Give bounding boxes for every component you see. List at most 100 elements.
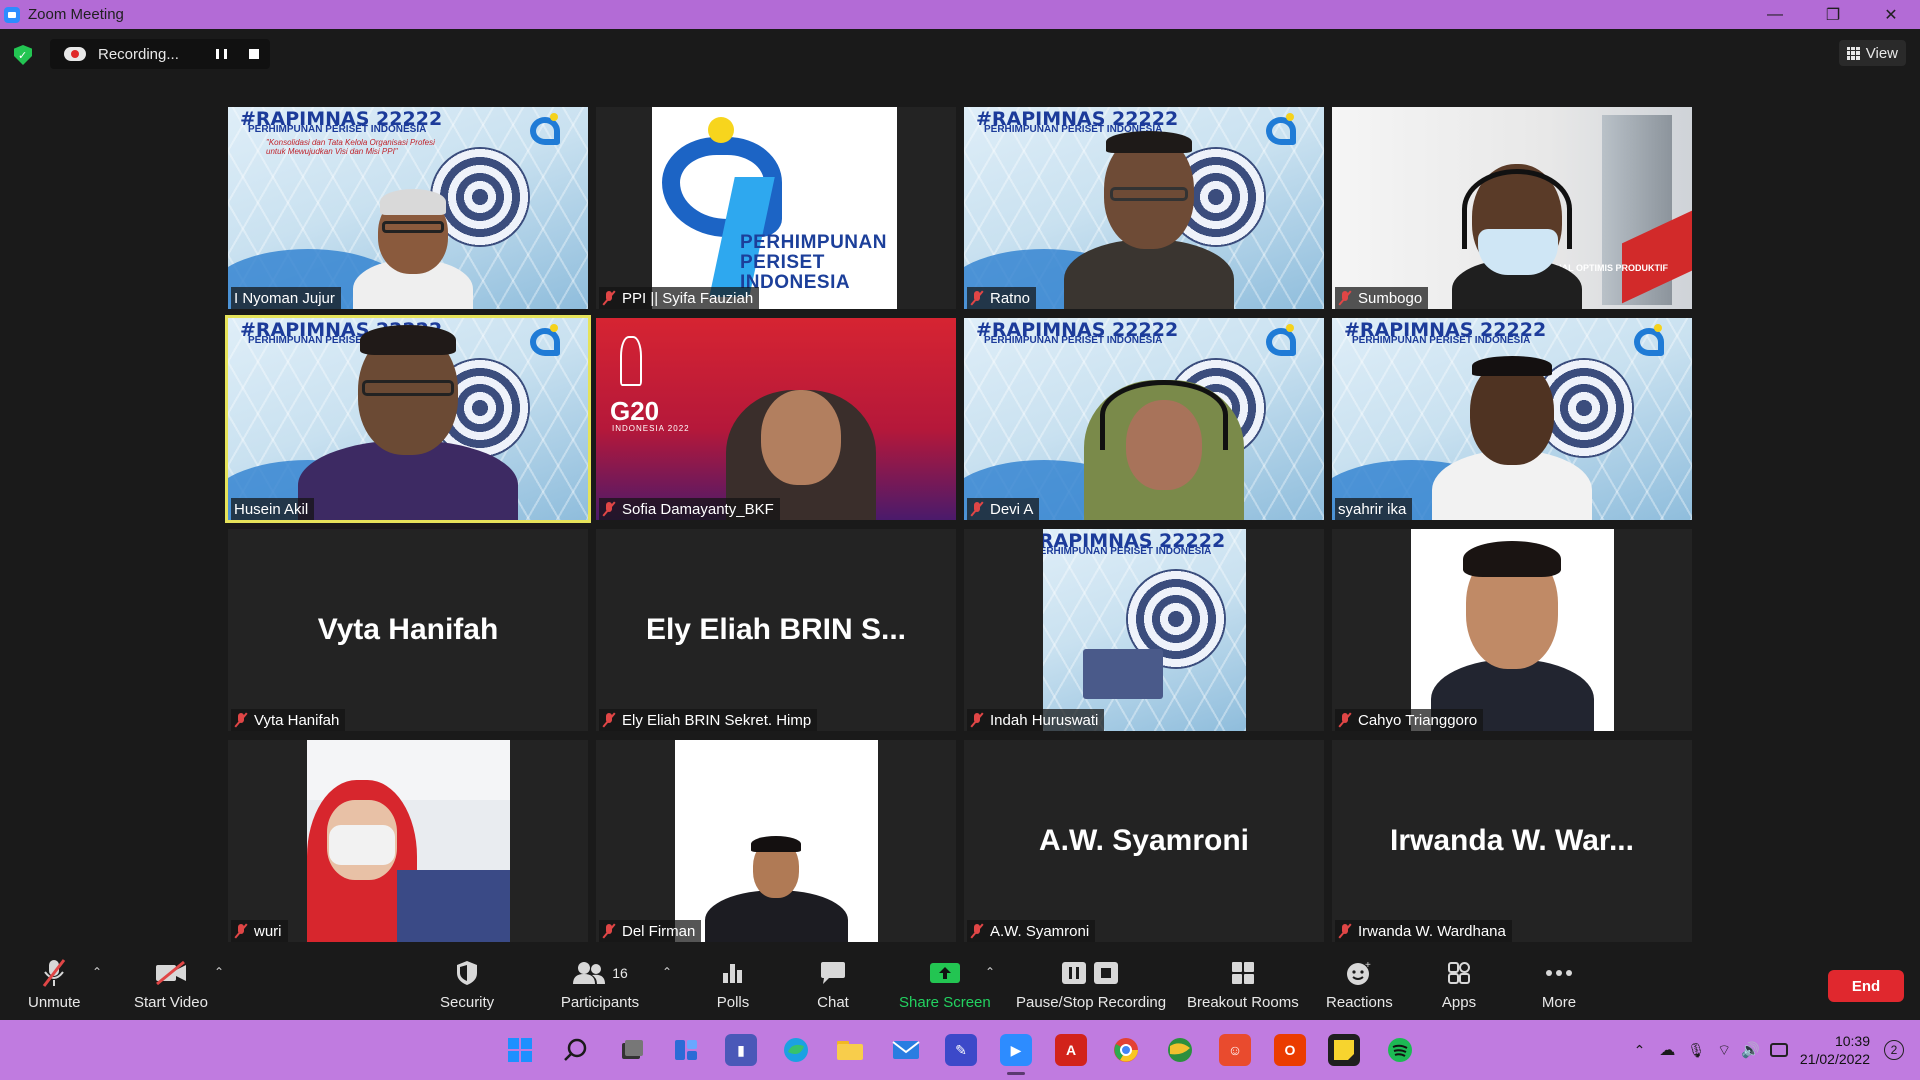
participant-name: Ratno xyxy=(990,289,1031,307)
video-tile-active-speaker[interactable]: #RAPIMNAS 22222 PERHIMPUNAN PERISET INDO… xyxy=(225,315,591,523)
ppi-logo-icon xyxy=(530,113,580,151)
ppi-logo-text: PERHIMPUNAN PERISET INDONESIA xyxy=(740,232,887,293)
video-options-chevron-icon[interactable]: ⌃ xyxy=(214,965,224,979)
audio-options-chevron-icon[interactable]: ⌃ xyxy=(92,965,102,979)
participant-video xyxy=(1442,139,1592,309)
meeting-toolbar: Unmute ⌃ Start Video ⌃ Security 16 Parti… xyxy=(0,953,1920,1020)
close-button[interactable]: ✕ xyxy=(1862,0,1920,29)
participants-chevron-icon[interactable]: ⌃ xyxy=(662,965,672,979)
pause-stop-recording-button[interactable]: Pause/Stop Recording xyxy=(1016,957,1166,1011)
app-icon[interactable]: ☺ xyxy=(1219,1034,1251,1066)
participant-display-name: Ely Eliah BRIN S... xyxy=(645,613,907,646)
search-icon[interactable] xyxy=(560,1034,592,1066)
globe-app-icon[interactable] xyxy=(1164,1034,1196,1066)
video-tile[interactable]: Vyta Hanifah Vyta Hanifah xyxy=(228,529,588,731)
participants-button[interactable]: 16 Participants xyxy=(560,957,640,1011)
breakout-rooms-button[interactable]: Breakout Rooms xyxy=(1187,957,1299,1011)
reactions-smiley-icon: + xyxy=(1339,957,1379,989)
stop-recording-icon[interactable] xyxy=(249,49,259,59)
video-tile[interactable]: wuri xyxy=(228,740,588,942)
onedrive-cloud-icon[interactable]: ☁ xyxy=(1659,1040,1675,1060)
task-view-icon[interactable] xyxy=(616,1034,648,1066)
whiteboard-icon[interactable]: ✎ xyxy=(945,1034,977,1066)
minimize-button[interactable]: — xyxy=(1746,0,1804,29)
participant-name: Del Firman xyxy=(622,922,696,940)
mic-muted-icon xyxy=(602,712,616,728)
participant-display-name: Vyta Hanifah xyxy=(317,613,499,646)
participant-name: Devi A xyxy=(990,500,1034,518)
clock[interactable]: 10:39 21/02/2022 xyxy=(1800,1032,1870,1068)
share-screen-button[interactable]: Share Screen xyxy=(899,957,991,1011)
apps-button[interactable]: Apps xyxy=(1439,957,1479,1011)
office-icon[interactable]: O xyxy=(1274,1034,1306,1066)
mic-muted-icon xyxy=(234,712,248,728)
video-tile[interactable]: Del Firman xyxy=(596,740,956,942)
share-options-chevron-icon[interactable]: ⌃ xyxy=(985,965,995,979)
video-tile[interactable]: #RAPIMNAS 22222 PERHIMPUNAN PERISET INDO… xyxy=(1332,318,1692,520)
notifications-badge[interactable]: 2 xyxy=(1884,1040,1904,1060)
video-tile[interactable]: Irwanda W. War... Irwanda W. Wardhana xyxy=(1332,740,1692,942)
participant-name: Indah Huruswati xyxy=(990,711,1099,729)
video-tile[interactable]: #RAPIMNAS 22222 PERHIMPUNAN PERISET INDO… xyxy=(964,529,1324,731)
microphone-icon[interactable]: 🎙 xyxy=(1687,1042,1705,1059)
windows-start-icon[interactable] xyxy=(504,1034,536,1066)
ppi-logo-icon xyxy=(1634,324,1684,362)
participant-display-name: A.W. Syamroni xyxy=(1038,824,1250,857)
chrome-icon[interactable] xyxy=(1110,1034,1142,1066)
video-tile[interactable]: #RAPIMNAS 22222 PERHIMPUNAN PERISET INDO… xyxy=(964,107,1324,309)
video-tile[interactable]: #RAPIMNAS 22222 PERHIMPUNAN PERISET INDO… xyxy=(228,107,588,309)
mic-muted-icon xyxy=(602,290,616,306)
end-meeting-button[interactable]: End xyxy=(1828,970,1904,1002)
spotify-icon[interactable] xyxy=(1384,1034,1416,1066)
participant-name-tag: wuri xyxy=(231,920,288,942)
tray-overflow-chevron-icon[interactable]: ⌃ xyxy=(1634,1042,1646,1059)
video-tile[interactable]: PERHIMPUNAN PERISET INDONESIA PPI || Syi… xyxy=(596,107,956,309)
view-button[interactable]: View xyxy=(1838,40,1906,66)
apps-icon xyxy=(1439,957,1479,989)
participant-name: Husein Akil xyxy=(234,500,309,518)
teams-icon[interactable]: ▮ xyxy=(725,1034,757,1066)
breakout-rooms-label: Breakout Rooms xyxy=(1187,994,1299,1011)
pause-recording-icon[interactable] xyxy=(216,49,227,59)
more-button[interactable]: More xyxy=(1539,957,1579,1011)
volume-icon[interactable]: 🔊 xyxy=(1741,1041,1760,1059)
acrobat-icon[interactable]: A xyxy=(1055,1034,1087,1066)
unmute-label: Unmute xyxy=(28,994,81,1011)
polls-button[interactable]: Polls xyxy=(713,957,753,1011)
restore-button[interactable]: ❐ xyxy=(1804,0,1862,29)
participant-video xyxy=(307,740,510,942)
microphone-muted-icon xyxy=(34,957,74,989)
edge-browser-icon[interactable] xyxy=(780,1034,812,1066)
video-tile[interactable]: A.W. Syamroni A.W. Syamroni xyxy=(964,740,1324,942)
polls-label: Polls xyxy=(716,994,750,1011)
participants-icon: 16 xyxy=(560,957,640,989)
zoom-taskbar-icon[interactable]: ▶ xyxy=(1000,1034,1032,1066)
chat-button[interactable]: Chat xyxy=(813,957,853,1011)
participant-name: syahrir ika xyxy=(1338,500,1407,518)
cloud-recording-icon xyxy=(64,47,86,61)
participant-video xyxy=(348,179,478,309)
video-tile[interactable]: #RAPIMNAS 22222 PERHIMPUNAN PERISET INDO… xyxy=(964,318,1324,520)
widgets-icon[interactable] xyxy=(670,1034,702,1066)
participant-name-tag: PPI || Syifa Fauziah xyxy=(599,287,760,309)
video-tile[interactable]: G20 INDONESIA 2022 Sofia Damayanty_BKF xyxy=(596,318,956,520)
mail-icon[interactable] xyxy=(890,1034,922,1066)
participant-name-tag: Cahyo Trianggoro xyxy=(1335,709,1484,731)
reactions-button[interactable]: + Reactions xyxy=(1326,957,1393,1011)
window-controls: — ❐ ✕ xyxy=(1746,0,1920,29)
battery-icon[interactable] xyxy=(1769,1043,1788,1057)
file-explorer-icon[interactable] xyxy=(834,1034,866,1066)
chat-label: Chat xyxy=(817,994,849,1011)
unmute-button[interactable]: Unmute xyxy=(28,957,81,1011)
sticky-notes-icon[interactable] xyxy=(1328,1034,1360,1066)
video-tile[interactable]: Ely Eliah BRIN S... Ely Eliah BRIN Sekre… xyxy=(596,529,956,731)
security-button[interactable]: Security xyxy=(440,957,494,1011)
recording-label: Recording... xyxy=(98,45,179,63)
wifi-icon[interactable]: ⌔ xyxy=(1717,1041,1731,1060)
breakout-rooms-icon xyxy=(1223,957,1263,989)
video-tile[interactable]: PROFESIONAL OPTIMIS PRODUKTIF Sumbogo xyxy=(1332,107,1692,309)
start-video-button[interactable]: Start Video xyxy=(134,957,208,1011)
clock-time: 10:39 xyxy=(1834,1033,1870,1049)
video-tile[interactable]: Cahyo Trianggoro xyxy=(1332,529,1692,731)
participant-display-name: Irwanda W. War... xyxy=(1390,824,1634,857)
